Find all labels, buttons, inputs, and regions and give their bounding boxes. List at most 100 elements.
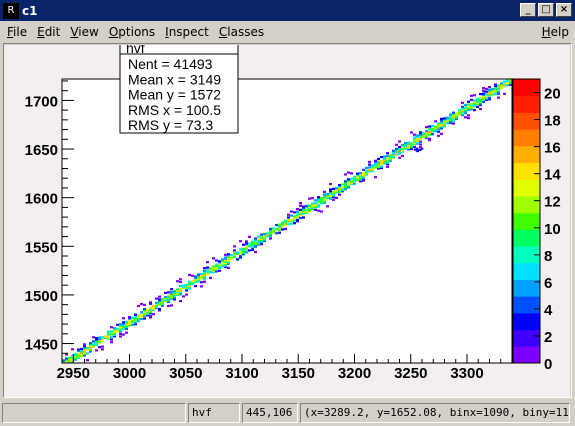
heatmap-cell — [419, 140, 422, 143]
heatmap-cell — [413, 136, 416, 139]
root-icon[interactable]: R — [3, 2, 19, 19]
heatmap-cell — [110, 330, 113, 333]
status-bin-info: (x=3289.2, y=1652.08, binx=1090, biny=11… — [300, 403, 570, 423]
heatmap-cell — [353, 182, 356, 185]
heatmap-cell — [299, 211, 302, 214]
heatmap-cell — [206, 261, 209, 264]
heatmap-cell — [308, 204, 311, 207]
heatmap-cell — [287, 223, 290, 226]
heatmap-cell — [395, 147, 398, 150]
heatmap-cell — [191, 280, 194, 283]
heatmap-cell — [164, 295, 167, 299]
heatmap-cell — [131, 323, 134, 326]
heatmap-cell — [323, 193, 326, 196]
heatmap-cell — [194, 275, 197, 278]
heatmap-cell — [149, 314, 152, 318]
x-tick-label: 3000 — [113, 365, 146, 382]
heatmap-cell — [89, 349, 92, 352]
heatmap-cell — [371, 164, 374, 167]
stats-name: hvf — [126, 45, 145, 56]
minimize-button[interactable]: _ — [520, 3, 536, 17]
heatmap-cell — [257, 238, 260, 241]
menu-view[interactable]: View — [65, 25, 103, 39]
menu-edit[interactable]: Edit — [32, 25, 65, 39]
palette-swatch — [513, 179, 540, 197]
heatmap-cell — [134, 313, 137, 316]
heatmap-cell — [431, 133, 434, 136]
heatmap-cell — [416, 134, 419, 137]
heatmap-cell — [140, 313, 143, 317]
heatmap-cell — [470, 94, 473, 97]
heatmap-cell — [341, 186, 344, 189]
heatmap-cell — [335, 196, 338, 199]
heatmap-cell — [290, 222, 293, 225]
heatmap-cell — [104, 335, 107, 338]
heatmap-cell — [368, 166, 371, 169]
heatmap-cell — [353, 175, 356, 179]
heatmap-cell — [362, 168, 365, 171]
heatmap-cell — [362, 171, 365, 174]
heatmap-cell — [359, 171, 362, 175]
x-tick-label: 3150 — [282, 365, 315, 382]
menu-inspect-label: nspect — [168, 25, 209, 39]
heatmap-cell — [275, 232, 278, 235]
z-tick-label: 12 — [544, 194, 561, 211]
heatmap-cell — [452, 122, 455, 125]
heatmap-cell — [419, 143, 422, 146]
heatmap-cell — [188, 273, 191, 277]
maximize-button[interactable]: □ — [538, 3, 554, 17]
heatmap-cell — [200, 281, 203, 284]
heatmap-cell — [368, 160, 371, 164]
heatmap-cell — [299, 208, 302, 211]
heatmap-cell — [311, 202, 314, 205]
heatmap-cell — [434, 125, 437, 128]
heatmap-cell — [248, 249, 251, 252]
heatmap-cell — [101, 345, 104, 348]
heatmap-cell — [317, 209, 320, 212]
menu-classes[interactable]: Classes — [214, 25, 269, 39]
heatmap-cell — [482, 87, 485, 90]
heatmap-cell — [254, 250, 257, 254]
heatmap-cell — [383, 155, 386, 158]
canvas[interactable]: 2950 3000 3050 3100 3150 3200 3250 3300 1450 1500… — [4, 40, 570, 397]
window-title-bar[interactable]: R c1 _ □ × — [0, 0, 575, 21]
heatmap-cell — [452, 111, 455, 114]
heatmap-cell — [473, 94, 476, 97]
heatmap-cell — [215, 259, 218, 262]
heatmap-cell — [418, 148, 422, 151]
heatmap-cell — [302, 216, 305, 219]
heatmap-cell — [464, 116, 467, 119]
heatmap-cell — [299, 216, 302, 220]
heatmap-cell — [260, 233, 263, 236]
heatmap-cell — [269, 227, 272, 231]
close-button[interactable]: × — [556, 3, 572, 17]
heatmap-cell — [290, 214, 293, 217]
heatmap-cell — [119, 332, 122, 335]
heatmap-plot[interactable]: 2950 3000 3050 3100 3150 3200 3250 3300 1450 1500… — [4, 40, 570, 397]
heatmap-cell — [92, 336, 95, 339]
heatmap-cell — [428, 128, 431, 131]
menu-help[interactable]: Help — [542, 25, 569, 39]
heatmap-cell — [317, 195, 320, 199]
heatmap-cell — [134, 321, 137, 324]
stats-box[interactable]: hvfNent = 41493Mean x = 3149Mean y = 157… — [119, 40, 239, 134]
heatmap-cell — [116, 327, 119, 330]
heatmap-cell — [74, 353, 77, 356]
heatmap-cell — [128, 316, 131, 319]
stats-line: RMS x = 100.5 — [128, 102, 221, 118]
y-tick-label: 1650 — [25, 142, 58, 159]
heatmap-cell — [155, 301, 158, 304]
heatmap-cell — [398, 145, 401, 149]
heatmap-cell — [401, 143, 404, 147]
heatmap-cell — [269, 237, 272, 240]
heatmap-cell — [260, 236, 263, 239]
heatmap-cell — [320, 196, 323, 199]
menu-bar: File Edit View Options Inspect Classes H… — [0, 21, 575, 43]
heatmap-cell — [167, 295, 170, 298]
heatmap-cell — [347, 178, 350, 181]
menu-inspect[interactable]: Inspect — [160, 25, 214, 39]
heatmap-cell — [437, 122, 440, 125]
menu-file[interactable]: File — [2, 25, 32, 39]
heatmap-cell — [146, 308, 149, 311]
menu-options[interactable]: Options — [104, 25, 160, 39]
